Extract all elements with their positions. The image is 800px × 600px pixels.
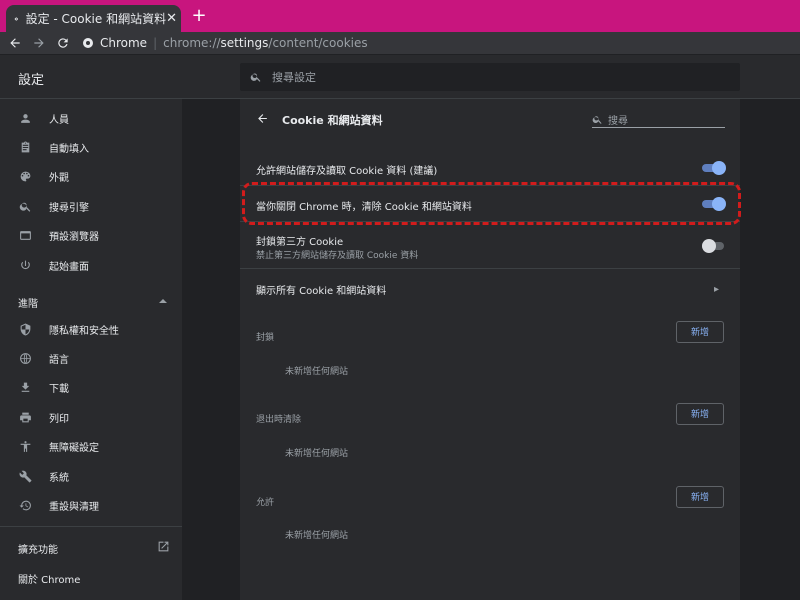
- title-bar: 設定 - Cookie 和網站資料 ✕ +: [0, 0, 800, 32]
- chevron-right-icon[interactable]: ▸: [714, 284, 719, 295]
- search-icon: [250, 73, 261, 82]
- block-empty-text: 未新增任何網站: [285, 367, 349, 377]
- search-placeholder: 搜尋設定: [272, 71, 316, 84]
- advanced-section-toggle[interactable]: 進階: [18, 295, 38, 310]
- allow-cookies-toggle[interactable]: [702, 161, 726, 175]
- sidebar-item-languages[interactable]: 語言: [0, 345, 182, 371]
- caret-up-icon[interactable]: [158, 297, 168, 305]
- sidebar-item-search-engine[interactable]: 搜尋引擎: [0, 193, 182, 219]
- sidebar-item-label: 列印: [49, 413, 69, 425]
- sidebar-item-label: 人員: [49, 114, 69, 126]
- reload-icon: [58, 38, 68, 48]
- clipboard-icon: [21, 141, 29, 152]
- person-icon: [20, 113, 30, 123]
- allow-add-button[interactable]: 新增: [676, 486, 724, 508]
- arrow-right-icon: [34, 38, 44, 48]
- block-third-party-toggle[interactable]: [702, 239, 726, 253]
- globe-icon: [19, 352, 31, 364]
- open-in-new-icon[interactable]: [157, 540, 170, 553]
- close-tab-icon[interactable]: ✕: [166, 11, 177, 26]
- restore-icon: [19, 500, 31, 510]
- allow-empty-text: 未新增任何網站: [285, 531, 349, 541]
- page-title: 設定: [18, 73, 45, 88]
- block-third-party-sublabel: 禁止第三方網站儲存及讀取 Cookie 資料: [256, 251, 419, 261]
- sidebar-item-label: 起始畫面: [49, 261, 89, 273]
- sidebar-item-reset[interactable]: 重設與清理: [0, 492, 182, 518]
- highlight-annotation: [242, 182, 741, 225]
- sidebar-item-label: 自動填入: [49, 143, 89, 155]
- allow-cookies-label: 允許網站儲存及讀取 Cookie 資料 (建議): [256, 166, 438, 177]
- row-divider: [240, 268, 740, 269]
- reload-button[interactable]: [54, 34, 72, 52]
- sidebar-item-label: 下載: [49, 383, 69, 395]
- sidebar-item-autofill[interactable]: 自動填入: [0, 134, 182, 160]
- chrome-icon: [83, 38, 93, 48]
- sidebar-item-label: 無障礙設定: [49, 442, 99, 454]
- sidebar-item-startup[interactable]: 起始畫面: [0, 252, 182, 278]
- block-section-label: 封鎖: [256, 333, 275, 343]
- settings-search-input[interactable]: 搜尋設定: [240, 63, 740, 91]
- sidebar-item-people[interactable]: 人員: [0, 105, 182, 131]
- sidebar-item-label: 預設瀏覽器: [49, 231, 99, 243]
- power-icon: [20, 260, 30, 269]
- palette-icon: [20, 171, 30, 181]
- arrow-left-icon: [10, 38, 20, 48]
- forward-button[interactable]: [30, 34, 48, 52]
- sidebar-item-label: 外觀: [49, 172, 69, 184]
- sidebar-item-label: 搜尋引擎: [49, 202, 89, 214]
- shield-icon: [20, 323, 30, 335]
- tab-title: 設定 - Cookie 和網站資料: [25, 12, 167, 26]
- allow-section-label: 允許: [256, 498, 275, 508]
- address-bar[interactable]: Chrome | chrome://settings/content/cooki…: [82, 32, 368, 54]
- browser-toolbar: Chrome | chrome://settings/content/cooki…: [0, 32, 800, 54]
- sidebar-item-downloads[interactable]: 下載: [0, 374, 182, 400]
- sidebar-item-appearance[interactable]: 外觀: [0, 163, 182, 189]
- new-tab-button[interactable]: +: [190, 5, 208, 27]
- subpage-title: Cookie 和網站資料: [282, 114, 383, 127]
- sidebar-divider: [0, 526, 182, 527]
- block-add-button[interactable]: 新增: [676, 321, 724, 343]
- settings-tab[interactable]: 設定 - Cookie 和網站資料 ✕: [6, 5, 181, 32]
- search-icon: [19, 202, 30, 212]
- clear-on-exit-empty-text: 未新增任何網站: [285, 449, 349, 459]
- sidebar-item-system[interactable]: 系統: [0, 463, 182, 489]
- search-placeholder: 搜尋: [608, 115, 628, 127]
- cookies-settings-card: Cookie 和網站資料 搜尋 允許網站儲存及讀取 Cookie 資料 (建議)…: [240, 99, 740, 600]
- settings-header: 設定 搜尋設定: [0, 55, 800, 99]
- block-third-party-label: 封鎖第三方 Cookie: [256, 237, 344, 248]
- sidebar-item-accessibility[interactable]: 無障礙設定: [0, 433, 182, 459]
- wrench-icon: [19, 470, 31, 482]
- clear-on-exit-section-label: 退出時清除: [256, 415, 302, 425]
- subpage-search-input[interactable]: 搜尋: [592, 111, 725, 128]
- back-button[interactable]: [6, 34, 24, 52]
- sidebar-item-privacy[interactable]: 隱私權和安全性: [0, 316, 182, 342]
- gear-icon: [14, 16, 18, 21]
- site-label: Chrome: [100, 36, 148, 50]
- see-all-cookies-link[interactable]: 顯示所有 Cookie 和網站資料: [256, 282, 386, 297]
- sidebar-item-label: 隱私權和安全性: [49, 325, 119, 337]
- sidebar-item-default-browser[interactable]: 預設瀏覽器: [0, 222, 182, 248]
- sidebar-item-printing[interactable]: 列印: [0, 404, 182, 430]
- url-text: chrome://settings/content/cookies: [163, 36, 368, 50]
- sidebar: 人員 自動填入 外觀 搜尋引擎 預設瀏覽器 起始畫面 進階 隱私權和安全性 語言…: [0, 99, 182, 600]
- sidebar-item-label: 系統: [49, 472, 69, 484]
- sidebar-item-extensions[interactable]: 擴充功能: [18, 541, 58, 556]
- clear-on-exit-add-button[interactable]: 新增: [676, 403, 724, 425]
- sidebar-item-label: 語言: [49, 354, 69, 366]
- url-separator: |: [153, 36, 158, 50]
- back-arrow-icon[interactable]: [256, 112, 269, 125]
- download-icon: [21, 382, 29, 392]
- sidebar-item-about-chrome[interactable]: 關於 Chrome: [18, 571, 80, 586]
- search-icon: [592, 115, 602, 124]
- browser-icon: [19, 230, 31, 240]
- sidebar-item-label: 重設與清理: [49, 501, 99, 513]
- accessibility-icon: [20, 440, 30, 452]
- printer-icon: [19, 412, 31, 422]
